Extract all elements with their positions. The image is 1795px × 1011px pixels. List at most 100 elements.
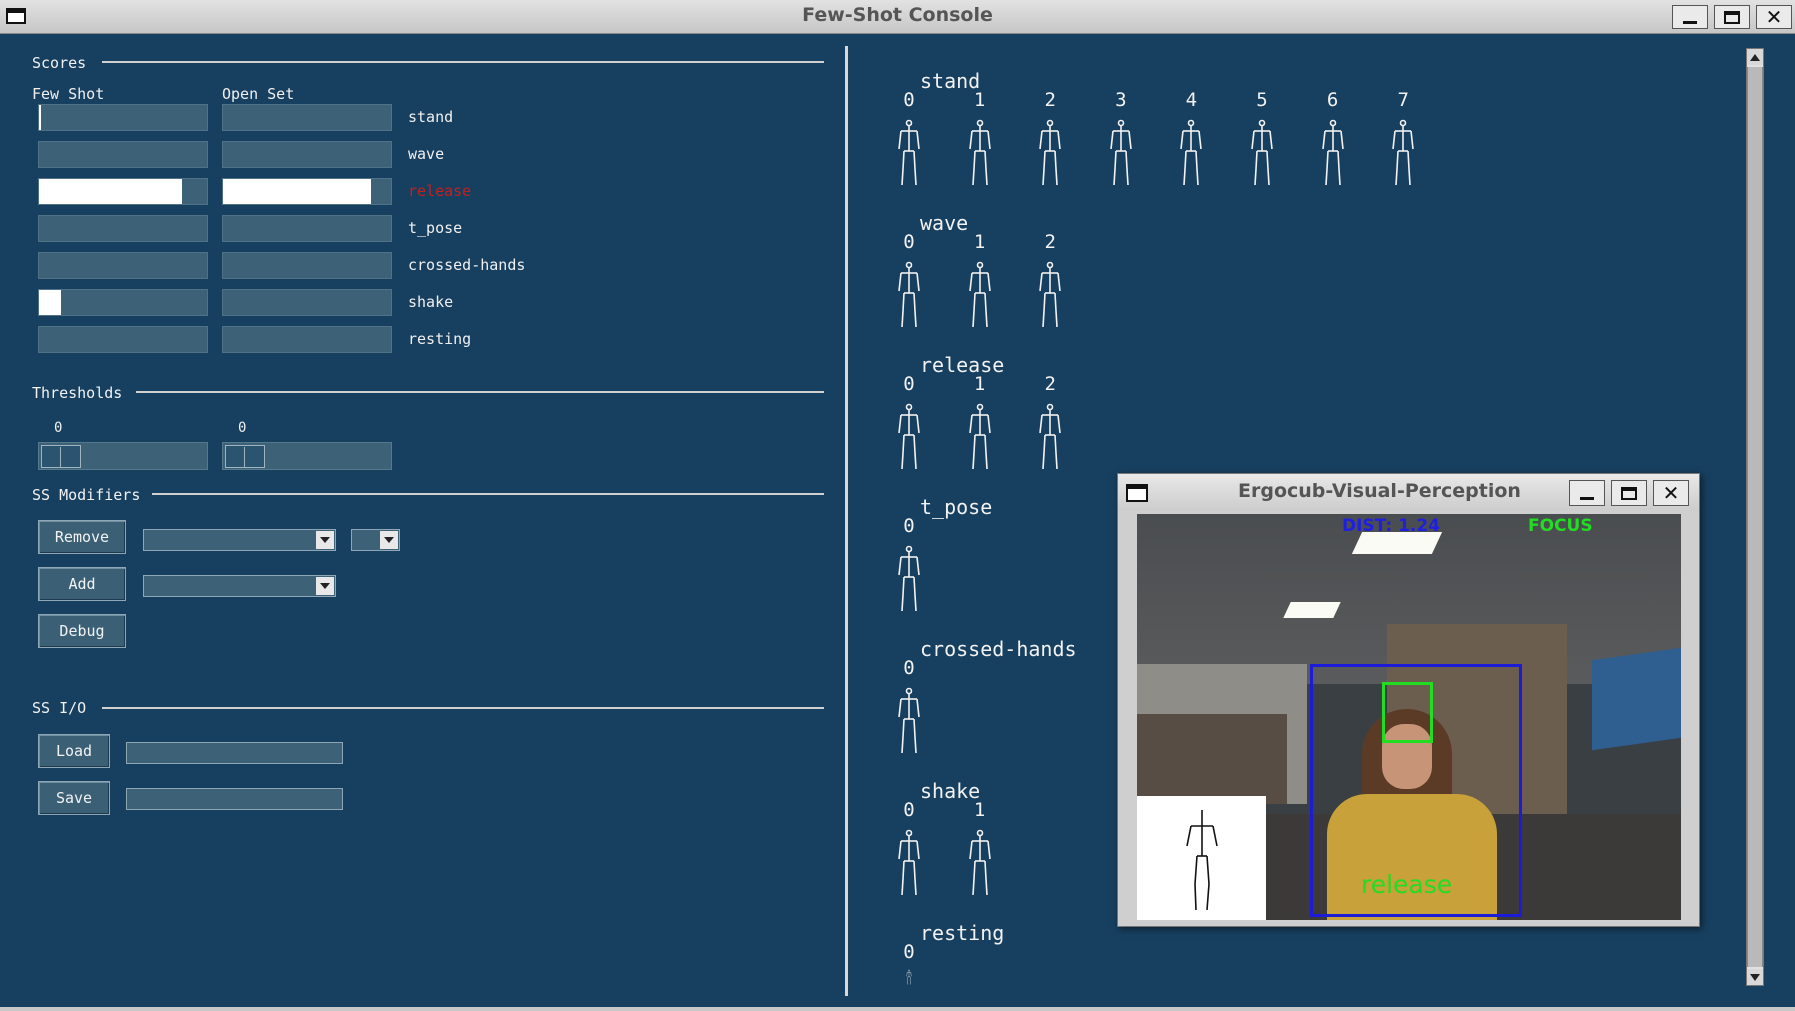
support-sample-index: 7 <box>1397 89 1409 111</box>
few-shot-score-fill <box>39 105 41 130</box>
support-sample-index: 0 <box>903 941 915 963</box>
minimize-button[interactable] <box>1569 480 1605 506</box>
ceiling-lamp <box>1283 602 1341 618</box>
debug-button[interactable]: Debug <box>38 614 126 648</box>
scrollbar-track[interactable] <box>1747 67 1763 967</box>
skeleton-icon[interactable] <box>891 259 927 329</box>
skeleton-icon[interactable] <box>891 117 927 187</box>
open-set-score-bar <box>222 215 392 242</box>
ss-io-section-title: SS I/O <box>32 699 87 717</box>
support-sample-index: 1 <box>973 231 986 253</box>
scroll-up-icon[interactable] <box>1747 49 1763 65</box>
support-sample-index: 2 <box>1044 373 1056 395</box>
remove-index-dropdown[interactable] <box>351 529 400 551</box>
add-button[interactable]: Add <box>38 567 126 601</box>
few-shot-score-bar <box>38 141 208 168</box>
window-icon[interactable] <box>1126 484 1148 502</box>
panel-divider[interactable] <box>845 46 848 996</box>
open-set-score-bar <box>222 289 392 316</box>
support-class-name: resting <box>920 921 1005 945</box>
skeleton-icon[interactable] <box>962 401 998 471</box>
few-shot-score-bar <box>38 289 208 316</box>
chevron-down-icon[interactable] <box>316 531 334 549</box>
add-class-dropdown[interactable] <box>143 575 336 597</box>
perception-window-title: Ergocub-Visual-Perception <box>1238 480 1521 502</box>
open-set-threshold-value: 0 <box>238 420 247 436</box>
support-sample-index: 5 <box>1256 89 1268 111</box>
save-button[interactable]: Save <box>38 781 110 815</box>
focus-indicator: FOCUS <box>1528 516 1593 536</box>
remove-button[interactable]: Remove <box>38 520 126 554</box>
main-window-titlebar[interactable]: Few-Shot Console ✕ <box>0 0 1795 34</box>
close-icon: ✕ <box>1765 5 1783 29</box>
support-class-name: release <box>920 353 1005 377</box>
load-button[interactable]: Load <box>38 734 110 768</box>
skeleton-icon[interactable] <box>891 543 927 613</box>
visual-perception-window[interactable]: Ergocub-Visual-Perception ✕ DIST: 1.24 F… <box>1117 473 1700 927</box>
maximize-button[interactable] <box>1611 480 1647 506</box>
face-bounding-box <box>1382 682 1433 743</box>
skeleton-icon[interactable] <box>962 117 998 187</box>
support-sample-index: 0 <box>903 89 915 111</box>
window-title: Few-Shot Console <box>802 4 993 26</box>
support-sample-index: 0 <box>903 515 915 537</box>
skeleton-icon[interactable] <box>1103 117 1139 187</box>
skeleton-icon[interactable] <box>962 259 998 329</box>
maximize-button[interactable] <box>1714 5 1750 29</box>
remove-class-dropdown[interactable] <box>143 529 336 551</box>
slider-handle[interactable] <box>225 445 265 468</box>
camera-feed: DIST: 1.24 FOCUS release <box>1137 514 1681 920</box>
support-set-scrollbar[interactable] <box>1746 48 1764 986</box>
scroll-down-icon[interactable] <box>1747 969 1763 985</box>
open-set-column-header: Open Set <box>222 85 295 103</box>
open-set-score-bar <box>222 252 392 279</box>
pose-skeleton-inset <box>1137 796 1266 920</box>
score-class-label: t_pose <box>408 219 463 237</box>
chevron-down-icon[interactable] <box>380 531 398 549</box>
close-icon: ✕ <box>1662 481 1680 505</box>
support-sample-index: 2 <box>1044 231 1056 253</box>
few-shot-score-fill <box>39 179 182 204</box>
scores-divider <box>102 61 824 63</box>
score-class-label: shake <box>408 293 454 311</box>
support-sample-index: 0 <box>903 799 915 821</box>
skeleton-icon[interactable] <box>1032 401 1068 471</box>
minimize-button[interactable] <box>1672 5 1708 29</box>
skeleton-icon[interactable] <box>891 685 927 755</box>
thresholds-section-title: Thresholds <box>32 384 123 402</box>
few-shot-threshold-slider[interactable] <box>38 442 208 470</box>
skeleton-icon[interactable] <box>1032 259 1068 329</box>
slider-handle[interactable] <box>41 445 81 468</box>
skeleton-icon[interactable] <box>891 969 927 985</box>
chevron-down-icon[interactable] <box>316 577 334 595</box>
load-path-field[interactable] <box>126 742 343 764</box>
few-shot-score-bar <box>38 178 208 205</box>
perception-titlebar[interactable]: Ergocub-Visual-Perception ✕ <box>1118 474 1699 510</box>
close-button[interactable]: ✕ <box>1756 5 1792 29</box>
distance-readout: DIST: 1.24 <box>1342 516 1441 536</box>
save-path-field[interactable] <box>126 788 343 810</box>
score-class-label: release <box>408 182 472 200</box>
score-class-label: crossed-hands <box>408 256 526 274</box>
close-button[interactable]: ✕ <box>1653 480 1689 506</box>
open-set-score-fill <box>223 179 371 204</box>
skeleton-icon[interactable] <box>891 827 927 897</box>
skeleton-icon[interactable] <box>1385 117 1421 187</box>
skeleton-icon[interactable] <box>891 401 927 471</box>
skeleton-icon[interactable] <box>1032 117 1068 187</box>
skeleton-icon[interactable] <box>1173 117 1209 187</box>
few-shot-score-bar <box>38 215 208 242</box>
ss-modifiers-section-title: SS Modifiers <box>32 486 141 504</box>
support-sample-index: 0 <box>903 231 915 253</box>
few-shot-threshold-value: 0 <box>54 420 63 436</box>
support-sample-index: 1 <box>973 89 986 111</box>
score-class-label: wave <box>408 145 445 163</box>
support-sample-index: 0 <box>903 657 915 679</box>
support-sample-index: 0 <box>903 373 915 395</box>
support-sample-index: 1 <box>973 799 986 821</box>
skeleton-icon[interactable] <box>1244 117 1280 187</box>
skeleton-icon[interactable] <box>962 827 998 897</box>
skeleton-icon[interactable] <box>1315 117 1351 187</box>
open-set-threshold-slider[interactable] <box>222 442 392 470</box>
support-sample-index: 3 <box>1115 89 1127 111</box>
